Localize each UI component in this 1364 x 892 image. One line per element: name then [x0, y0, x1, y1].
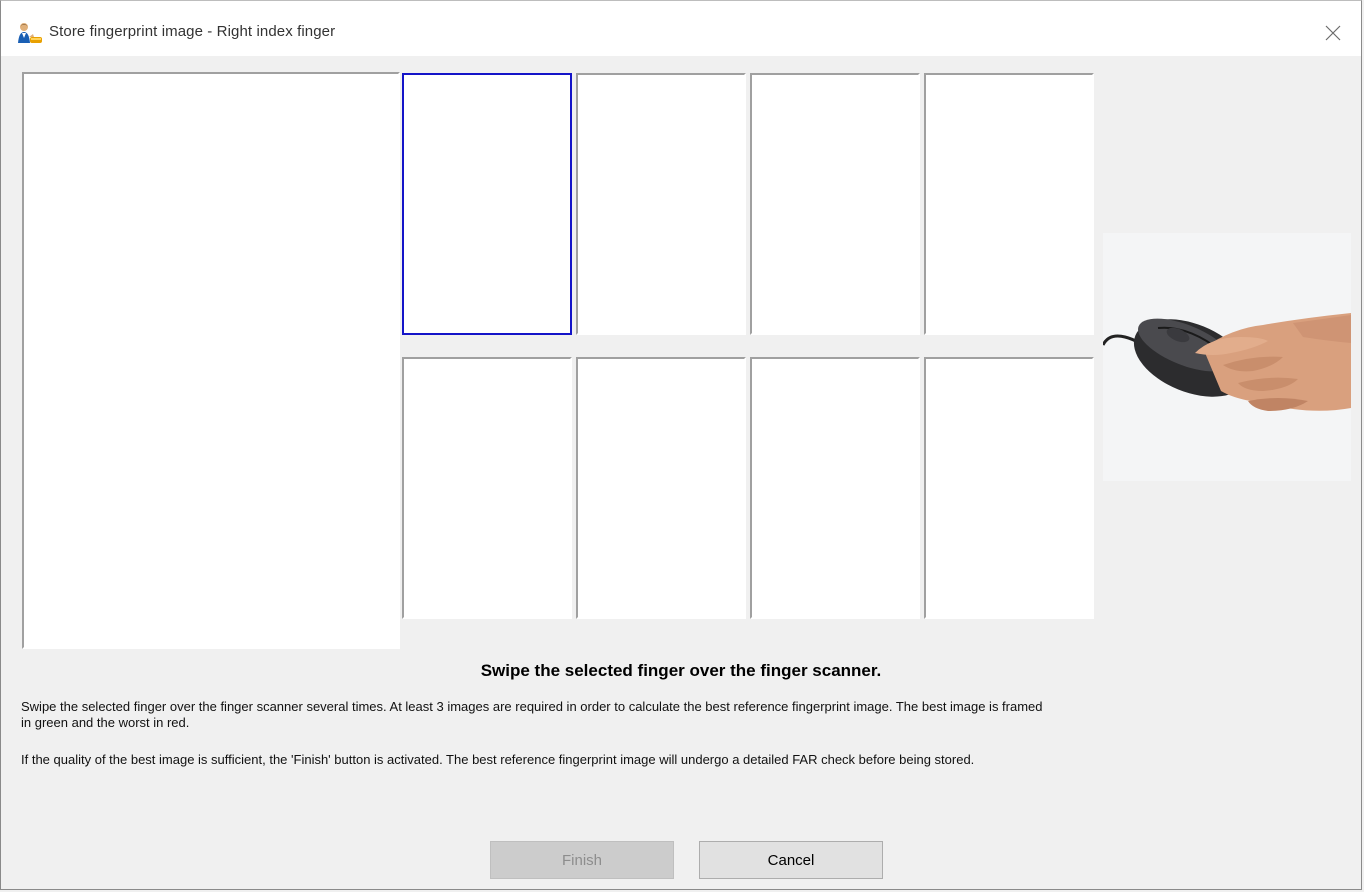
- fingerprint-thumbnail[interactable]: [576, 73, 746, 335]
- fingerprint-thumbnail[interactable]: [750, 73, 920, 335]
- fingerprint-thumbnail[interactable]: [924, 357, 1094, 619]
- close-button[interactable]: [1305, 13, 1361, 53]
- fingerprint-thumbnail[interactable]: [402, 357, 572, 619]
- hand-on-fingerprint-scanner-image: [1101, 233, 1351, 481]
- user-fingerprint-icon: [17, 22, 43, 44]
- instruction-heading: Swipe the selected finger over the finge…: [480, 661, 882, 680]
- window-title: Store fingerprint image - Right index fi…: [49, 23, 336, 40]
- close-icon: [1325, 25, 1341, 41]
- title-bar: Store fingerprint image - Right index fi…: [1, 1, 1361, 56]
- finish-button[interactable]: Finish: [490, 841, 674, 879]
- fingerprint-thumbnail[interactable]: [924, 73, 1094, 335]
- fingerprint-dialog: Store fingerprint image - Right index fi…: [0, 0, 1362, 890]
- fingerprint-thumbnail[interactable]: [402, 73, 572, 335]
- instruction-paragraph-1: Swipe the selected finger over the finge…: [21, 699, 1351, 731]
- instruction-paragraph-1-line-2: in green and the worst in red.: [21, 715, 190, 730]
- current-fingerprint-image: [22, 72, 400, 649]
- cancel-button[interactable]: Cancel: [699, 841, 883, 879]
- instruction-paragraph-1-line-1: Swipe the selected finger over the finge…: [21, 699, 1043, 714]
- fingerprint-thumbnail[interactable]: [576, 357, 746, 619]
- instruction-paragraph-2: If the quality of the best image is suff…: [21, 752, 975, 767]
- fingerprint-thumbnail[interactable]: [750, 357, 920, 619]
